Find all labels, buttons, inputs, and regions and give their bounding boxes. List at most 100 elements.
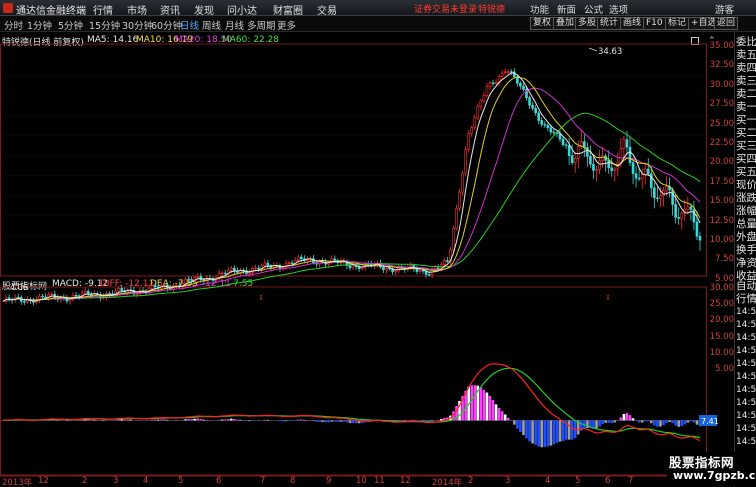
macd-bar <box>525 420 528 439</box>
macd-bar <box>102 420 105 422</box>
price-tick: 7.50 <box>715 254 734 265</box>
tab-1min[interactable]: 1分钟 <box>27 18 52 32</box>
candle-body <box>117 288 120 292</box>
candle-body <box>83 290 87 294</box>
macd-bar <box>284 420 288 422</box>
tab-timeshare[interactable]: 分时 <box>4 18 23 32</box>
macd-bar <box>205 419 209 421</box>
date-tick: 12 <box>400 476 411 486</box>
tick-time-label[interactable]: 自动 <box>736 280 756 293</box>
candle-body <box>348 265 352 269</box>
menu-item-news[interactable]: 资讯 <box>160 2 180 17</box>
candle-body <box>248 272 251 274</box>
mark-button[interactable]: 标记 <box>665 17 690 30</box>
user-guest[interactable]: 游客 <box>715 2 734 16</box>
macd-bar <box>229 418 233 421</box>
f10-button[interactable]: F10 <box>643 17 666 30</box>
macd-bar <box>537 420 540 447</box>
macd-bar <box>196 418 200 421</box>
macd-bar <box>193 418 197 421</box>
candle-body <box>607 160 610 169</box>
tab-5min[interactable]: 5分钟 <box>58 18 83 32</box>
macd-bar <box>299 419 303 421</box>
menu-bar: 通达信金融终端 行情 市场 资讯 发现 问小达 财富圈 交易 证券交易未登录 特… <box>0 0 756 17</box>
tab-multi-period[interactable]: 多周期 <box>247 18 276 32</box>
price-panel-frame <box>0 43 707 277</box>
tick-time-label: 14:50 <box>736 385 756 395</box>
macd-bar <box>153 419 157 421</box>
draw-line-button[interactable]: 画线 <box>620 17 645 30</box>
quote-field-label: 涨幅 <box>736 205 756 217</box>
macd-bar <box>689 420 693 422</box>
menu-formula[interactable]: 公式 <box>584 2 603 16</box>
candle-body <box>686 206 690 210</box>
macd-bar <box>561 420 565 441</box>
macd-bar <box>519 420 522 433</box>
overlay-button[interactable]: 叠加 <box>553 17 578 30</box>
back-button[interactable]: 返回 <box>714 17 739 30</box>
macd-bar <box>506 417 510 421</box>
tab-15min[interactable]: 15分钟 <box>89 18 120 32</box>
tab-60min[interactable]: 60分钟 <box>151 18 182 32</box>
candle-body <box>622 139 626 149</box>
tab-30min[interactable]: 30分钟 <box>122 18 153 32</box>
candle-body <box>23 301 26 303</box>
tick-time-label[interactable]: 行情 <box>736 293 756 306</box>
candle-body <box>223 272 227 275</box>
macd-bar <box>263 419 267 421</box>
menu-item-trade[interactable]: 交易 <box>317 2 337 17</box>
macd-bar <box>336 420 340 422</box>
quote-field-label: 卖一 <box>736 101 756 113</box>
macd-bar <box>436 419 440 421</box>
candle-body <box>257 267 260 270</box>
candlesticks <box>4 68 702 306</box>
menu-item-discover[interactable]: 发现 <box>194 2 214 17</box>
chart-area[interactable]: 34.63 4.06 ⇩ ⇩ 7.41 <box>0 32 734 487</box>
quote-field-label: 换手 <box>736 244 756 256</box>
login-status[interactable]: 证券交易未登录 <box>414 2 477 15</box>
candle-body <box>677 217 680 219</box>
macd-histogram <box>1 385 706 448</box>
date-tick: 9 <box>326 476 332 486</box>
quote-field-label: 总量 <box>736 218 756 230</box>
menu-item-wenxiaoda[interactable]: 问小达 <box>227 2 257 17</box>
menu-item-hq[interactable]: 行情 <box>93 2 113 17</box>
macd-bar <box>473 385 477 421</box>
menu-item-market[interactable]: 市场 <box>127 2 147 17</box>
macd-bar <box>327 420 330 423</box>
candle-body <box>540 120 544 125</box>
menu-options[interactable]: 选项 <box>609 2 628 16</box>
macd-bar <box>650 420 653 424</box>
macd-bar <box>534 420 537 445</box>
macd-bar <box>351 420 355 424</box>
candle-body <box>549 127 553 133</box>
menu-item-wealth[interactable]: 财富圈 <box>273 2 303 17</box>
tab-daily[interactable]: 日线 <box>180 18 199 32</box>
price-tick: 17.50 <box>709 176 734 187</box>
period-toolbar: 分时 1分钟 5分钟 15分钟 30分钟 60分钟 日线 周线 月线 多周期 更… <box>0 16 756 32</box>
tick-time-label: 14:50 <box>736 307 756 317</box>
tab-weekly[interactable]: 周线 <box>202 18 221 32</box>
menu-function[interactable]: 功能 <box>530 2 549 16</box>
candle-body <box>634 173 638 179</box>
statistics-button[interactable]: 统计 <box>597 17 622 30</box>
tick-time-label: 14:50 <box>736 424 756 434</box>
multi-stock-button[interactable]: 多股 <box>575 17 600 30</box>
macd-bar <box>348 420 352 423</box>
macd-bar <box>598 420 601 427</box>
macd-bar <box>531 420 534 444</box>
menu-new-page[interactable]: 新面 <box>557 2 576 16</box>
quote-field-label: 外盘 <box>736 231 756 243</box>
candle-body <box>543 124 547 126</box>
macd-bar <box>674 420 677 426</box>
macd-bar <box>321 420 324 422</box>
macd-bar <box>315 420 318 422</box>
tab-more[interactable]: 更多 <box>277 18 296 32</box>
candle-body <box>637 177 641 180</box>
macd-bar <box>68 420 72 422</box>
macd-value-tag-text: 7.41 <box>701 417 719 426</box>
candle-body <box>169 288 172 290</box>
macd-bar <box>558 420 562 442</box>
restore-rights-button[interactable]: 复权 <box>530 17 555 30</box>
tab-monthly[interactable]: 月线 <box>225 18 244 32</box>
